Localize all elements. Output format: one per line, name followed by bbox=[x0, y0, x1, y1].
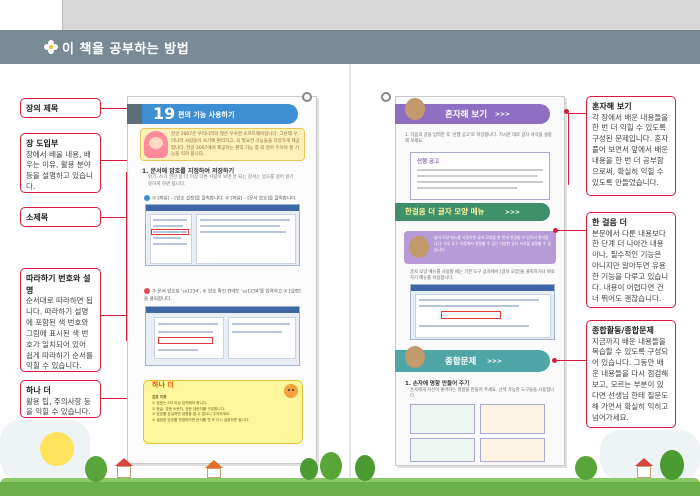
house-icon bbox=[637, 466, 651, 478]
house-icon bbox=[635, 458, 653, 466]
page-spine bbox=[349, 64, 351, 496]
sun-icon bbox=[40, 432, 74, 466]
teddy-bear-icon bbox=[405, 346, 425, 368]
tree-icon bbox=[320, 452, 342, 480]
callout-one-more: 하나 더 활용 팁, 주의사항 등을 익힐 수 있습니다. bbox=[20, 380, 101, 418]
house-icon bbox=[117, 466, 131, 478]
callout-title: 장 도입부 bbox=[26, 139, 59, 148]
tree-icon bbox=[575, 456, 597, 480]
callout-title: 혼자해 보기 bbox=[592, 102, 632, 111]
teddy-bear-icon bbox=[405, 98, 425, 120]
tip-box: 글자 모양 메뉴를 사용하면 글자 모양을 한 번에 변경할 수 있어서 편리합… bbox=[404, 231, 556, 264]
banner-arrows: >>> bbox=[505, 209, 521, 216]
business-card bbox=[480, 404, 545, 434]
section-description: 읽기, 쓰기 권한 등 더 이상 다른 사람이 보면 안 되는 문서는 암호를 … bbox=[148, 175, 294, 187]
top-gray-bar bbox=[62, 0, 700, 30]
step-number-icon bbox=[144, 195, 150, 201]
house-icon bbox=[205, 460, 223, 468]
callout-subtitle: 소제목 bbox=[20, 207, 101, 227]
pin-icon bbox=[302, 92, 312, 102]
callout-body: 각 장에서 배운 내용들을 한 번 더 익힐 수 있도록 구성된 문제입니다. … bbox=[592, 112, 669, 187]
house-icon bbox=[207, 468, 221, 478]
tree-icon bbox=[660, 450, 684, 480]
callout-one-step-more: 한 걸음 더 본문에서 다룬 내용보다 한 단계 더 나아간 내용이나, 필수적… bbox=[586, 212, 676, 308]
callout-body: 본문에서 다룬 내용보다 한 단계 더 나아간 내용이나, 필수적인 기능은 아… bbox=[592, 228, 669, 303]
step-line-2: ③ 문서 암호로 'ss1234', ④ 암호 확인 칸에도 'ss1234'를… bbox=[144, 288, 304, 303]
question-2: 1. 손자에 명함 만들어 주기 bbox=[405, 381, 470, 387]
callout-body: 활용 팁, 주의사항 등을 익힐 수 있습니다. bbox=[26, 396, 91, 417]
callout-title: 소제목 bbox=[26, 213, 49, 222]
callout-self-practice: 혼자해 보기 각 장에서 배운 내용들을 한 번 더 익힐 수 있도록 구성된 … bbox=[586, 96, 676, 196]
callout-title: 한 걸음 더 bbox=[592, 218, 628, 227]
callout-steps: 따라하기 번호와 설명 순서대로 따라하면 됩니다. 따라하기 설명에 포함된 … bbox=[20, 268, 101, 372]
screenshot-file-menu bbox=[145, 204, 300, 266]
banner-label: 한걸음 더 글자 모양 메뉴 bbox=[405, 207, 485, 216]
connector-dot bbox=[564, 109, 569, 114]
screenshot-font-menu bbox=[410, 284, 555, 340]
section-subtitle: 1. 문서에 암호를 지정하여 저장하기 bbox=[142, 168, 235, 175]
screenshot-password-dialog bbox=[145, 306, 300, 366]
business-card bbox=[480, 438, 545, 462]
callout-body: 지금까지 배운 내용들을 복습할 수 있도록 구성되어 있습니다. 그동안 배운… bbox=[592, 336, 669, 422]
sample-card: 산행 공고 bbox=[410, 152, 550, 200]
banner-arrows: >>> bbox=[487, 358, 503, 365]
chapter-title: 편의 기능 사용하기 bbox=[178, 111, 235, 119]
banner-arrows: >>> bbox=[495, 111, 511, 118]
callout-title: 하나 더 bbox=[26, 386, 51, 395]
intro-text: 한글 2007은 우리나라의 많은 우수한 소프트웨어입니다. 그런데 우리나라… bbox=[171, 132, 300, 158]
page-tab bbox=[127, 104, 143, 124]
connector-line bbox=[101, 315, 126, 316]
tree-icon bbox=[85, 456, 107, 482]
callout-body: 순서대로 따라하면 됩니다. 따라하기 설명에 포함된 색 번호와 그림에 표시… bbox=[26, 296, 93, 371]
banner-one-step-more: 한걸음 더 글자 모양 메뉴 >>> bbox=[395, 203, 550, 221]
chapter-number: 19 bbox=[153, 104, 176, 123]
step-text: 글자 모양 메뉴를 사용할 때는 기본 도구 상자에서 [글자 모양]을 클릭하… bbox=[410, 270, 555, 282]
business-card bbox=[410, 438, 475, 462]
tip-tag: 하나 더 bbox=[152, 381, 174, 389]
connector-dot bbox=[552, 358, 557, 363]
business-card bbox=[410, 404, 475, 434]
callout-review: 종합활동/종합문제 지금까지 배운 내용들을 복습할 수 있도록 구성되어 있습… bbox=[586, 320, 676, 428]
connector-line bbox=[568, 113, 586, 114]
tree-icon bbox=[300, 458, 318, 480]
question-2-text: 손자에게 자신이 좋아하는 명함을 만들어 주세요. 선택 가능한 도구들을 사… bbox=[410, 388, 555, 400]
callout-chapter-intro: 장 도입부 장에서 배울 내용, 배우는 이유, 활용 분야 등을 설명하고 있… bbox=[20, 133, 101, 193]
callout-title: 종합활동/종합문제 bbox=[592, 326, 654, 335]
banner-label: 혼자해 보기 bbox=[445, 110, 488, 120]
character-avatar bbox=[144, 131, 168, 158]
tip-lines: 암호 지정 ① 암호는 5자 이상 입력해야 합니다. ② 한글, 영문 소문자… bbox=[152, 395, 297, 424]
page-title: 이 책을 공부하는 방법 bbox=[62, 42, 190, 57]
callout-body: 장에서 배울 내용, 배우는 이유, 활용 분야 등을 설명하고 있습니다. bbox=[26, 149, 93, 192]
connector-line bbox=[556, 230, 586, 231]
connector-line bbox=[555, 360, 586, 361]
card-title: 산행 공고 bbox=[417, 159, 440, 165]
step-number-icon bbox=[144, 288, 150, 294]
callout-title: 따라하기 번호와 설명 bbox=[26, 274, 91, 295]
question-1: 1. 다음의 글을 입력한 후 '산행 공고'로 저장합니다. 지시한 대로 글… bbox=[405, 133, 552, 145]
tip-line: ④ 설정된 암호를 변경하려면 문서를 연 후 다시 설정하면 됩니다. bbox=[152, 418, 250, 422]
house-icon bbox=[115, 458, 133, 466]
ground bbox=[0, 482, 700, 496]
connector-line bbox=[101, 217, 126, 218]
callout-title: 장의 제목 bbox=[26, 104, 59, 113]
step-line-1: ① [파일] – [암호 설정]을 클릭합니다. ② [파일] – [문서 암호… bbox=[144, 195, 304, 202]
banner-label: 종합문제 bbox=[445, 357, 477, 367]
teddy-bear-icon bbox=[409, 236, 429, 258]
step-text: ③ 문서 암호로 'ss1234', ④ 암호 확인 칸에도 'ss1234'를… bbox=[144, 289, 301, 302]
step-text: ① [파일] – [암호 설정]을 클릭합니다. ② [파일] – [문서 암호… bbox=[152, 196, 297, 202]
tip-text: 글자 모양 메뉴를 사용하면 글자 모양을 한 번에 변경할 수 있어서 편리합… bbox=[434, 235, 551, 252]
connector-dot bbox=[553, 228, 558, 233]
pin-icon bbox=[381, 92, 391, 102]
tree-icon bbox=[355, 455, 375, 481]
callout-chapter-title: 장의 제목 bbox=[20, 98, 101, 118]
flower-icon bbox=[44, 40, 58, 54]
connector-line bbox=[568, 113, 569, 185]
